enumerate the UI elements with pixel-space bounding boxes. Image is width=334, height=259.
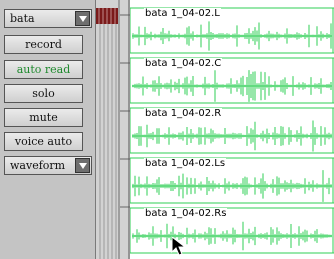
voice-button[interactable]: voice auto xyxy=(4,132,83,151)
track-view-selector[interactable]: waveform xyxy=(4,156,92,175)
track-name-label: bata xyxy=(10,12,35,25)
audio-region[interactable]: bata 1_04-02.R xyxy=(130,106,334,154)
audio-region[interactable]: bata 1_04-02.C xyxy=(130,56,334,104)
solo-button[interactable]: solo xyxy=(4,84,83,103)
mute-button[interactable]: mute xyxy=(4,108,83,127)
track-view-label: waveform xyxy=(10,159,66,172)
track-controls-panel: bata record auto read solo mute voice au… xyxy=(0,0,96,259)
record-button[interactable]: record xyxy=(4,35,83,54)
track-name-selector[interactable]: bata xyxy=(4,9,92,28)
region-name: bata 1_04-02.R xyxy=(144,108,223,119)
region-name: bata 1_04-02.Ls xyxy=(144,158,227,169)
mouse-pointer-icon xyxy=(171,236,187,256)
audio-region[interactable]: bata 1_04-02.Rs xyxy=(130,206,334,254)
dropdown-arrow-icon[interactable] xyxy=(75,11,90,26)
region-name: bata 1_04-02.L xyxy=(144,8,221,19)
meter-strip xyxy=(96,0,130,259)
audio-region[interactable]: bata 1_04-02.L xyxy=(130,6,334,54)
level-meters xyxy=(96,0,130,259)
region-name: bata 1_04-02.Rs xyxy=(144,208,228,219)
dropdown-arrow-icon[interactable] xyxy=(75,158,90,173)
audio-region[interactable]: bata 1_04-02.Ls xyxy=(130,156,334,204)
track-lanes: bata 1_04-02.L bata 1_04-02.C bata 1_04-… xyxy=(130,0,334,259)
region-name: bata 1_04-02.C xyxy=(144,58,223,69)
automation-mode-button[interactable]: auto read xyxy=(4,60,83,79)
